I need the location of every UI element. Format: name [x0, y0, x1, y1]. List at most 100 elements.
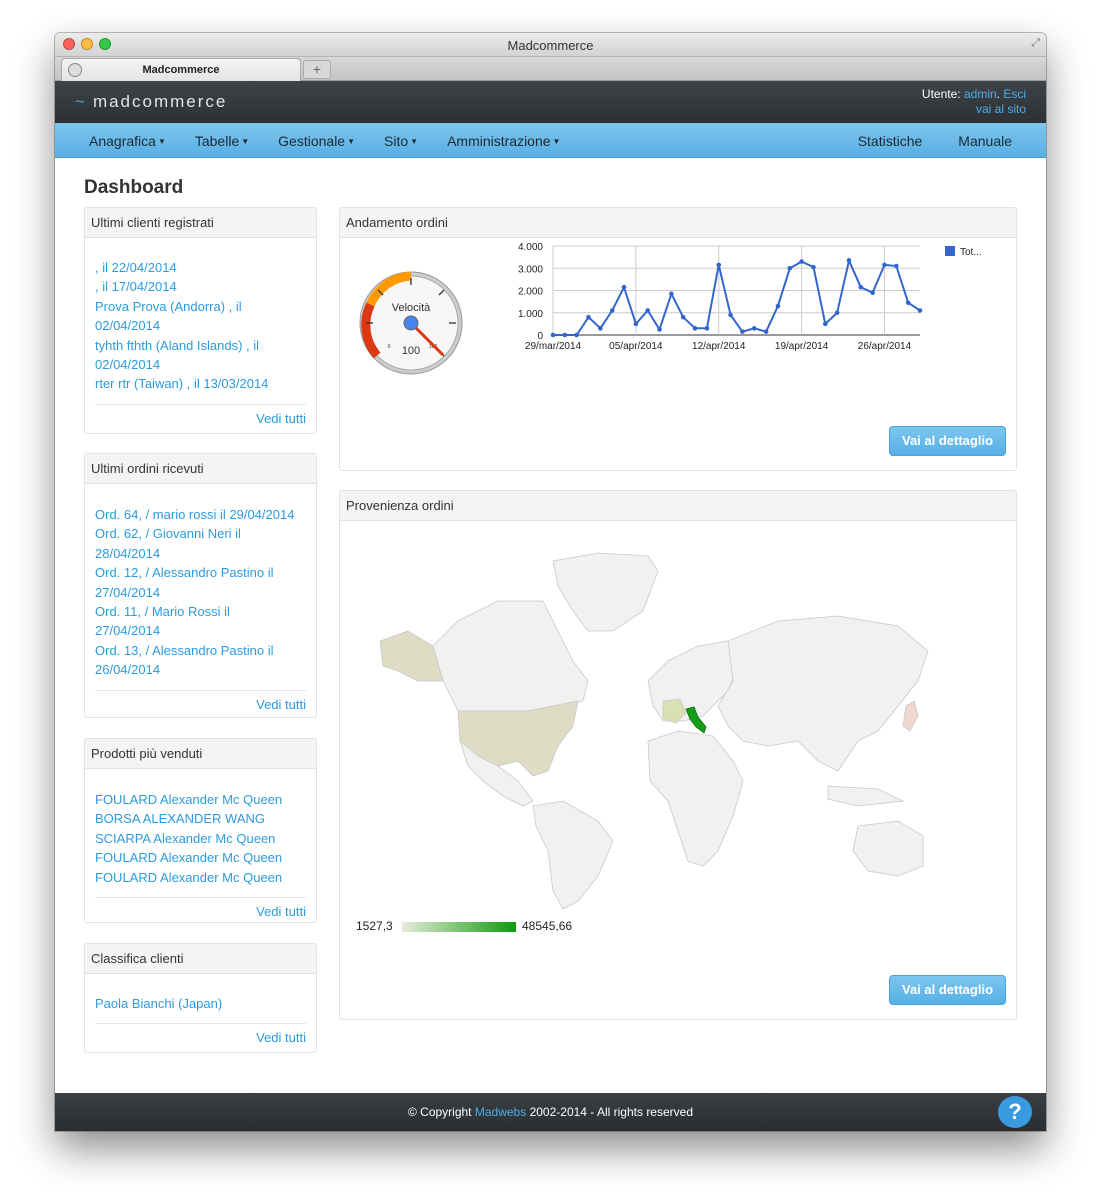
list-item[interactable]: FOULARD Alexander Mc Queen: [95, 848, 306, 867]
data-point: [858, 284, 864, 290]
list-item[interactable]: 02/04/2014: [95, 355, 306, 374]
data-point: [692, 326, 698, 331]
logo-tilde: ~: [75, 92, 87, 111]
y-tick-label: 2.000: [518, 287, 543, 298]
map-legend-min: 1527,3: [356, 919, 393, 933]
list-item[interactable]: Ord. 11, / Mario Rossi il: [95, 602, 306, 621]
ranking-panel: Classifica clienti Paola Bianchi (Japan)…: [84, 943, 317, 1053]
data-point: [680, 314, 686, 320]
nav-statistiche[interactable]: Statistiche: [858, 133, 923, 149]
panel-title: Classifica clienti: [85, 944, 316, 974]
favicon-icon: [68, 63, 82, 77]
orders-see-all-link[interactable]: Vedi tutti: [95, 689, 306, 718]
data-point: [633, 321, 639, 327]
data-point: [704, 326, 710, 331]
copyright-prefix: © Copyright: [407, 1105, 472, 1119]
tab-bar: Madcommerce +: [55, 57, 1046, 81]
products-list: FOULARD Alexander Mc Queen BORSA ALEXAND…: [85, 769, 316, 887]
browser-tab[interactable]: Madcommerce: [61, 58, 301, 81]
list-item[interactable]: 27/04/2014: [95, 583, 306, 602]
origin-detail-button[interactable]: Vai al dettaglio: [889, 975, 1006, 1005]
x-tick-label: 29/mar/2014: [525, 341, 582, 352]
data-point: [834, 310, 840, 316]
list-item[interactable]: FOULARD Alexander Mc Queen: [95, 790, 306, 809]
user-link[interactable]: admin: [964, 87, 997, 101]
nav-right: Statistiche Manuale: [822, 123, 1012, 158]
data-point: [917, 308, 923, 313]
map-legend-gradient: [402, 922, 516, 932]
list-item[interactable]: 02/04/2014: [95, 316, 306, 335]
nav-label: Tabelle: [194, 132, 240, 149]
list-item[interactable]: 27/04/2014: [95, 621, 306, 640]
world-map: [379, 552, 929, 910]
series-line: [553, 257, 921, 336]
main-navbar: Anagrafica ▼ Tabelle ▼ Gestionale ▼ Sito ▼ A…: [55, 123, 1046, 158]
list-item[interactable]: Prova Prova (Andorra) , il: [95, 297, 306, 316]
logo[interactable]: ~ madcommerce: [75, 92, 227, 112]
list-item[interactable]: Paola Bianchi (Japan): [95, 994, 306, 1013]
list-item[interactable]: Ord. 64, / mario rossi il 29/04/2014: [95, 505, 306, 524]
caret-down-icon: ▼: [157, 136, 166, 146]
list-item[interactable]: Ord. 13, / Alessandro Pastino il: [95, 641, 306, 660]
speed-gauge: Velocità 100 0 100: [359, 271, 463, 375]
new-tab-button[interactable]: +: [303, 60, 331, 79]
list-item[interactable]: 28/04/2014: [95, 544, 306, 563]
list-item[interactable]: , il 17/04/2014: [95, 277, 306, 296]
nav-manuale[interactable]: Manuale: [958, 133, 1012, 149]
panel-title: Ultimi clienti registrati: [85, 208, 316, 238]
nav-sito[interactable]: Sito ▼: [384, 133, 418, 149]
app-header: ~ madcommerce Utente: admin. Esci vai al …: [55, 81, 1046, 123]
y-tick-label: 4.000: [518, 242, 543, 253]
list-item[interactable]: BORSA ALEXANDER WANG: [95, 809, 306, 828]
region-indonesia: [827, 785, 905, 807]
nav-left: Anagrafica ▼ Tabelle ▼ Gestionale ▼ Sito ▼ A…: [89, 123, 589, 158]
company-link[interactable]: Madwebs: [475, 1105, 526, 1119]
ranking-see-all-link[interactable]: Vedi tutti: [95, 1023, 306, 1051]
logo-text: madcommerce: [92, 92, 228, 111]
list-item[interactable]: SCIARPA Alexander Mc Queen: [95, 829, 306, 848]
list-item[interactable]: Ord. 12, / Alessandro Pastino il: [95, 563, 306, 582]
nav-tabelle[interactable]: Tabelle ▼: [195, 133, 249, 149]
nav-label: Amministrazione: [447, 132, 551, 149]
data-point: [740, 329, 745, 334]
data-point: [716, 262, 722, 268]
list-item[interactable]: Ord. 62, / Giovanni Neri il: [95, 524, 306, 543]
data-point: [645, 308, 651, 313]
data-point: [586, 314, 591, 320]
window-titlebar: Madcommerce ⤢: [55, 33, 1046, 57]
region-australia: [852, 820, 924, 877]
nav-label: Sito: [384, 132, 409, 149]
data-point: [882, 262, 887, 268]
region-canada: [432, 600, 589, 712]
orders-panel: Ultimi ordini ricevuti Ord. 64, / mario …: [84, 453, 317, 718]
x-tick-label: 12/apr/2014: [692, 341, 746, 352]
data-point: [562, 332, 568, 338]
list-item[interactable]: tyhth fthth (Aland Islands) , il: [95, 336, 306, 355]
data-point: [822, 321, 828, 327]
data-point: [811, 264, 816, 270]
region-alaska: [379, 630, 444, 682]
nav-anagrafica[interactable]: Anagrafica ▼: [89, 133, 166, 149]
origin-panel: Provenienza ordini 1527,3 48545,66 Vai a…: [339, 490, 1017, 1020]
clients-see-all-link[interactable]: Vedi tutti: [95, 403, 306, 432]
products-see-all-link[interactable]: Vedi tutti: [95, 897, 306, 925]
legend-label: Tot...: [960, 247, 982, 258]
data-point: [775, 303, 781, 309]
data-point: [870, 290, 875, 296]
help-icon[interactable]: ?: [998, 1096, 1032, 1128]
nav-amministrazione[interactable]: Amministrazione ▼: [447, 133, 560, 149]
browser-window: Madcommerce ⤢ Madcommerce + ~ madcommerce…: [55, 33, 1046, 1131]
orders-line-chart: 4.0003.0002.0001.000029/mar/2014 05/apr/2…: [518, 242, 982, 352]
logout-link[interactable]: Esci: [1003, 87, 1026, 101]
list-item[interactable]: FOULARD Alexander Mc Queen: [95, 868, 306, 887]
fullscreen-icon[interactable]: ⤢: [1031, 37, 1040, 50]
nav-gestionale[interactable]: Gestionale ▼: [278, 133, 355, 149]
list-item[interactable]: 26/04/2014: [95, 660, 306, 679]
list-item[interactable]: rter rtr (Taiwan) , il 13/03/2014: [95, 374, 306, 393]
nav-label: Gestionale: [278, 132, 346, 149]
visit-site-link[interactable]: vai al sito: [976, 102, 1026, 116]
data-point: [787, 265, 793, 271]
user-box: Utente: admin. Esci vai al sito: [921, 87, 1026, 116]
list-item[interactable]: , il 22/04/2014: [95, 258, 306, 277]
trend-detail-button[interactable]: Vai al dettaglio: [889, 426, 1006, 456]
